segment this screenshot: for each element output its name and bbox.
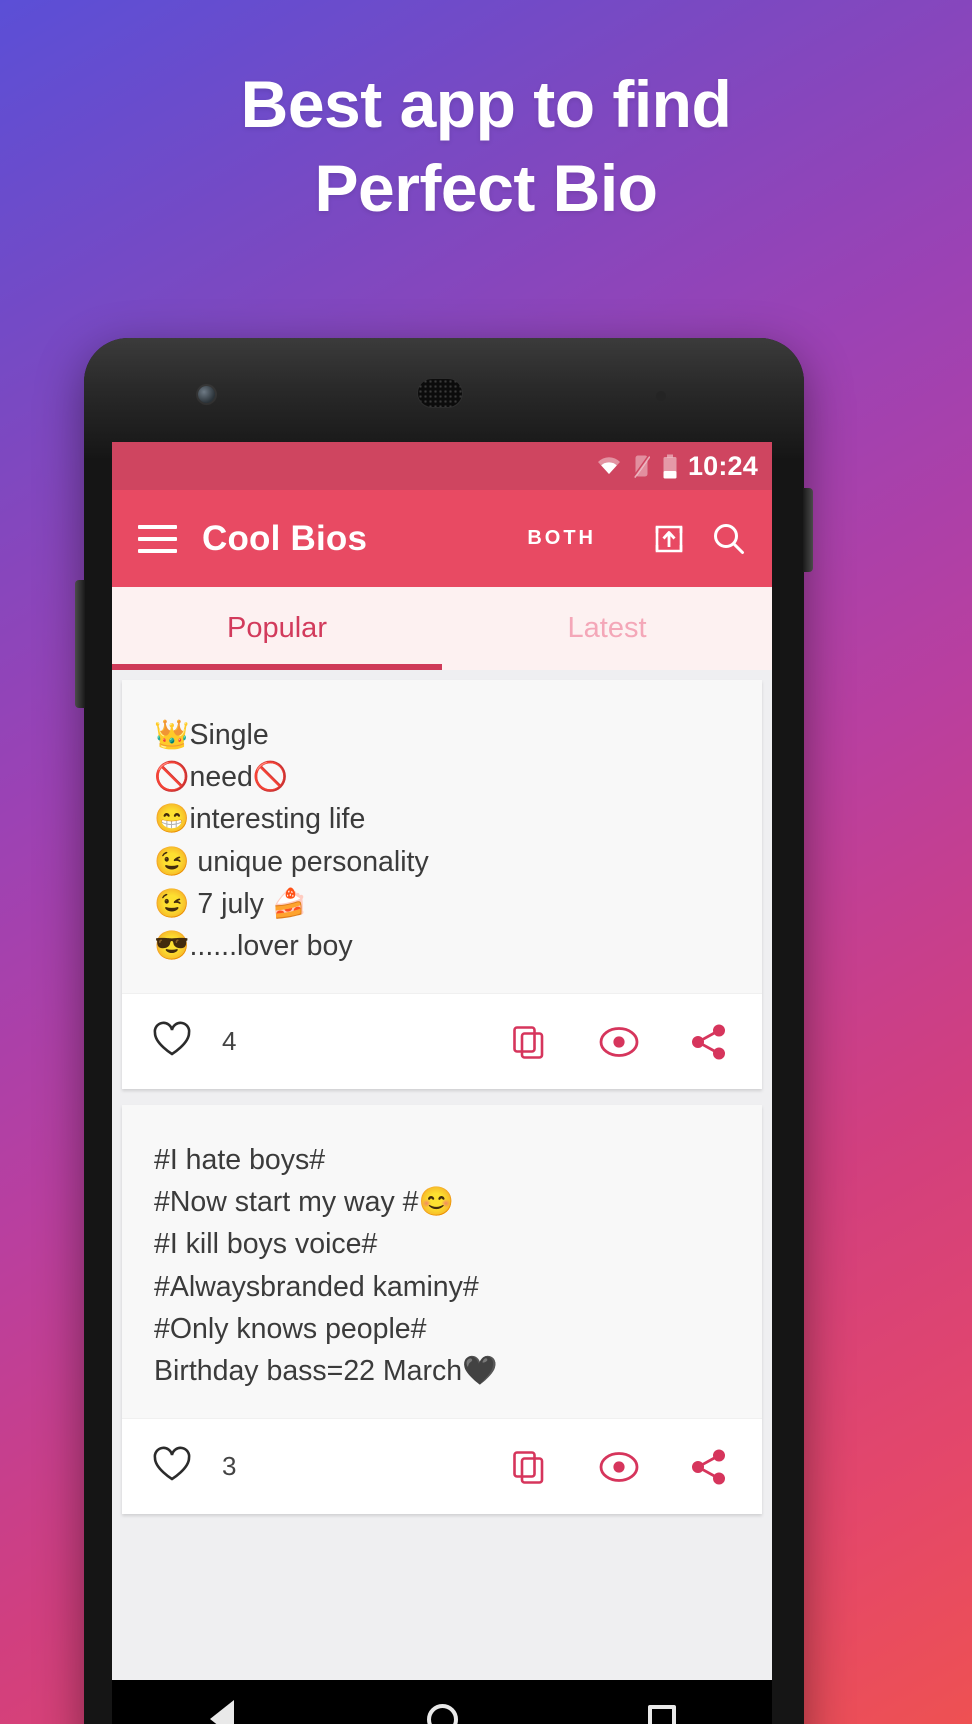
bio-text: 👑Single 🚫need🚫 😁interesting life 😉 uniqu… [122,680,762,993]
power-button[interactable] [75,580,85,708]
phone-bezel [84,338,804,458]
wifi-icon [597,457,621,475]
heart-icon[interactable] [152,1021,192,1063]
bio-line: 🚫need🚫 [154,761,289,794]
headline-line-1: Best app to find [240,67,732,141]
phone-device: 10:24 Cool Bios BOTH Popular Latest 👑Sin… [75,338,813,1724]
bio-line: 😁interesting life [154,803,366,836]
android-nav-bar [112,1680,772,1724]
status-bar-clock: 10:24 [687,450,758,481]
recents-nav-icon[interactable] [639,1696,685,1724]
tab-popular-label: Popular [227,612,327,644]
tab-active-indicator [112,664,442,670]
bio-line: 😎......lover boy [154,929,353,962]
view-icon[interactable] [596,1444,642,1490]
home-nav-icon[interactable] [419,1696,465,1724]
card-action-bar: 4 [122,993,762,1090]
bio-feed: 👑Single 🚫need🚫 😁interesting life 😉 uniqu… [112,670,772,1515]
like-count: 4 [222,1026,237,1057]
bio-line: 😉 7 july 🍰 [154,887,308,920]
like-group[interactable]: 3 [152,1446,236,1488]
bio-line: #I hate boys# [154,1144,326,1177]
front-camera-icon [198,386,215,403]
phone-screen: 10:24 Cool Bios BOTH Popular Latest 👑Sin… [112,442,772,1724]
headline-line-2: Perfect Bio [314,151,658,226]
proximity-sensor [656,391,666,401]
status-bar: 10:24 [112,442,772,490]
copy-icon[interactable] [506,1019,552,1065]
heart-icon[interactable] [152,1446,192,1488]
upload-icon[interactable] [648,518,690,560]
tab-latest-label: Latest [567,612,647,644]
bio-line: #Alwaysbranded kaminy# [154,1270,479,1303]
tab-bar: Popular Latest [112,587,772,670]
bio-line: #I kill boys voice# [154,1228,378,1261]
back-nav-icon[interactable] [199,1696,245,1724]
bio-card[interactable]: #I hate boys# #Now start my way #😊 #I ki… [122,1105,762,1515]
share-icon[interactable] [686,1444,732,1490]
volume-button[interactable] [803,488,813,572]
card-action-bar: 3 [122,1418,762,1515]
like-count: 3 [222,1451,237,1482]
search-icon[interactable] [708,518,750,560]
copy-icon[interactable] [506,1444,552,1490]
app-title: Cool Bios [202,518,368,558]
hamburger-menu-icon[interactable] [138,524,177,553]
battery-icon [662,454,678,479]
earpiece-speaker [417,378,463,408]
promo-graphic: Best app to find Perfect Bio 10:24 Cool … [0,0,972,1724]
view-icon[interactable] [596,1019,642,1065]
bio-line: #Only knows people# [154,1312,427,1345]
like-group[interactable]: 4 [152,1021,236,1063]
status-icons [597,454,678,479]
share-icon[interactable] [686,1019,732,1065]
tab-popular[interactable]: Popular [112,587,442,670]
bio-line: #Now start my way #😊 [154,1186,454,1219]
bio-text: #I hate boys# #Now start my way #😊 #I ki… [122,1105,762,1418]
promo-headline: Best app to find Perfect Bio [0,62,972,231]
bio-card[interactable]: 👑Single 🚫need🚫 😁interesting life 😉 uniqu… [122,680,762,1090]
silent-mode-icon [632,454,651,479]
tab-latest[interactable]: Latest [442,587,772,670]
gender-filter-button[interactable]: BOTH [527,527,596,550]
app-toolbar: Cool Bios BOTH [112,490,772,587]
bio-line: 👑Single [154,719,269,751]
bio-line: Birthday bass=22 March🖤 [154,1354,498,1387]
bio-line: 😉 unique personality [154,845,429,878]
